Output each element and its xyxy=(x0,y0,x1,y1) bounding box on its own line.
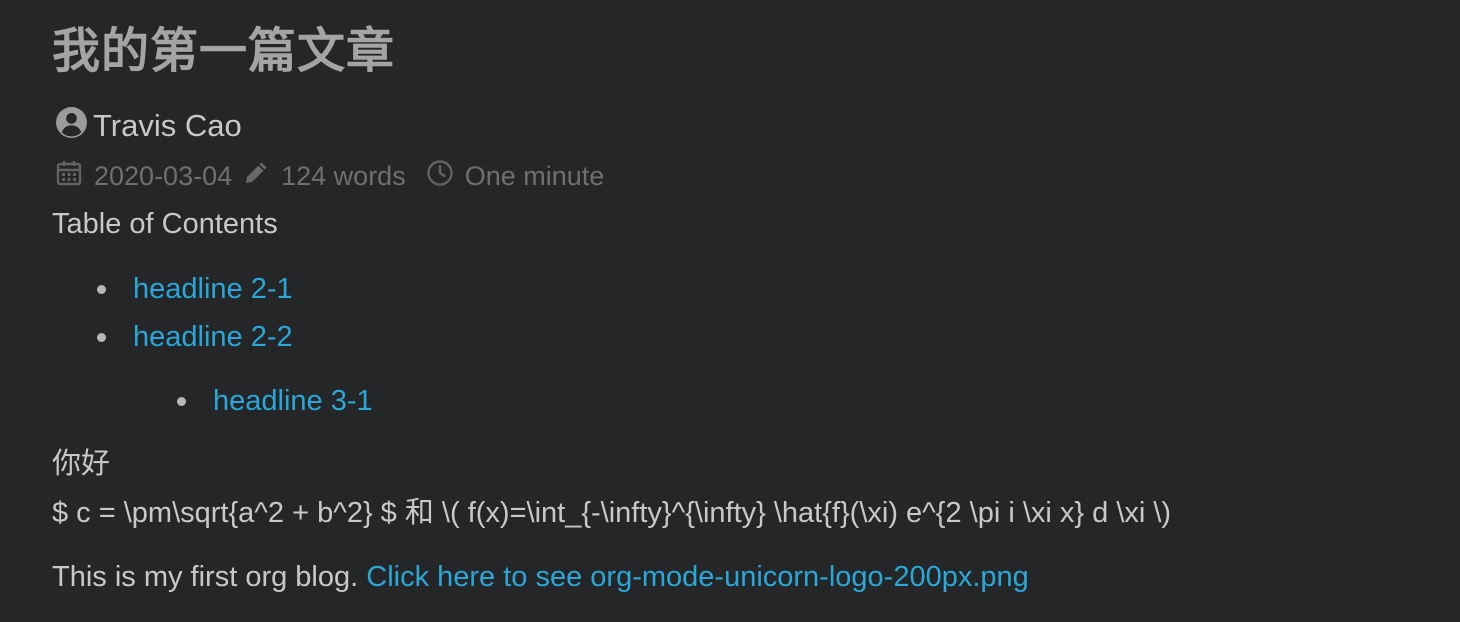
toc-link-headline-2-2[interactable]: headline 2-2 xyxy=(133,318,293,356)
toc-link-headline-2-1[interactable]: headline 2-1 xyxy=(133,270,293,308)
post-title: 我的第一篇文章 xyxy=(52,25,396,78)
user-circle-icon xyxy=(55,106,93,147)
toc-item-headline-3-1: headline 3-1 xyxy=(177,382,373,420)
date-text: 2020-03-04 xyxy=(94,160,233,191)
author-name: Travis Cao xyxy=(93,108,242,143)
logo-image-link[interactable]: Click here to see org-mode-unicorn-logo-… xyxy=(366,561,1029,593)
pencil-icon xyxy=(242,159,281,194)
post-reading-time: One minute xyxy=(426,159,605,194)
blog-post-page: 我的第一篇文章 Travis Cao 2020-03-04 124 words … xyxy=(0,0,1460,622)
toc-item-headline-2-2: headline 2-2 xyxy=(97,318,293,356)
intro-text: This is my first org blog. xyxy=(52,561,359,593)
calendar-icon xyxy=(55,159,94,194)
math-line: $ c = \pm\sqrt{a^2 + b^2} $ 和 \( f(x)=\i… xyxy=(52,497,1172,529)
bullet-icon xyxy=(97,332,106,342)
greeting-text: 你好 xyxy=(52,448,111,480)
intro-paragraph: This is my first org blog. Click here to… xyxy=(52,558,1029,596)
post-meta: 2020-03-04 124 words One minute xyxy=(55,156,624,196)
toc-link-headline-3-1[interactable]: headline 3-1 xyxy=(213,382,373,420)
toc-title: Table of Contents xyxy=(52,208,278,240)
post-date: 2020-03-04 xyxy=(55,159,232,194)
bullet-icon xyxy=(97,284,106,294)
toc-item-headline-2-1: headline 2-1 xyxy=(97,270,293,308)
word-count-text: 124 words xyxy=(281,160,406,191)
reading-time-text: One minute xyxy=(464,160,605,191)
bullet-icon xyxy=(177,396,186,406)
post-author: Travis Cao xyxy=(55,106,242,146)
clock-icon xyxy=(426,159,465,194)
post-word-count: 124 words xyxy=(242,159,406,194)
